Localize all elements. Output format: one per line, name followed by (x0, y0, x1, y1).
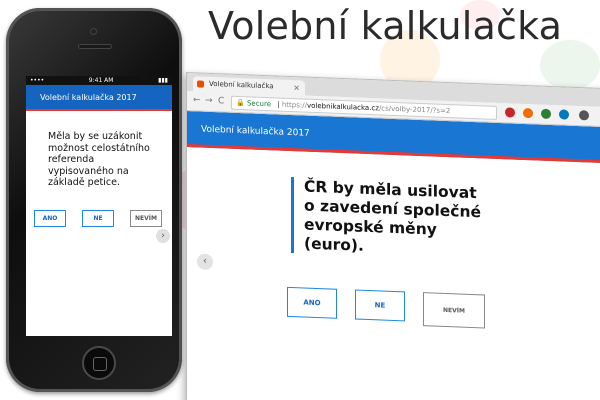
url-scheme: https:// (281, 100, 307, 110)
extension-icon[interactable] (579, 110, 589, 121)
favicon-icon (197, 80, 204, 88)
phone-dont-know-button[interactable]: NEVÍM (130, 210, 162, 227)
extension-icon[interactable] (541, 108, 551, 120)
extension-icon[interactable] (559, 109, 569, 120)
tab-close-icon[interactable]: × (293, 80, 300, 95)
url-host: volebnikalkulacka.cz (306, 101, 379, 113)
reload-icon[interactable]: C (218, 96, 224, 106)
signal-icon: •••• (30, 77, 45, 84)
phone-question-text: Měla by se uzákonit možnost celostátního… (48, 131, 150, 188)
phone-next-arrow-icon[interactable]: › (156, 229, 170, 243)
phone-status-bar: •••• 9:41 AM ▮▮▮ (26, 76, 172, 85)
lock-icon: 🔒 (236, 98, 245, 108)
phone-no-button[interactable]: NE (82, 210, 114, 227)
phone-yes-button[interactable]: ANO (34, 210, 66, 227)
secure-label: Secure (246, 99, 272, 109)
previous-arrow-icon[interactable]: ‹ (197, 253, 213, 271)
phone-answer-buttons: ANO NE NEVÍM (34, 210, 162, 227)
battery-icon: ▮▮▮ (158, 77, 168, 84)
phone-home-button (82, 346, 116, 380)
web-answer-buttons: ANO NE NEVÍM (287, 286, 485, 329)
phone-app-bar: Volební kalkulačka 2017 (26, 85, 172, 111)
phone-app-title: Volební kalkulačka 2017 (40, 93, 137, 102)
phone-camera (90, 28, 97, 35)
tab-title: Volební kalkulačka (209, 79, 274, 91)
phone-screen: •••• 9:41 AM ▮▮▮ Volební kalkulačka 2017… (26, 76, 172, 336)
status-time: 9:41 AM (88, 77, 114, 84)
phone-mockup: •••• 9:41 AM ▮▮▮ Volební kalkulačka 2017… (6, 8, 182, 392)
back-arrow-icon[interactable]: ← (193, 95, 201, 105)
web-question-text: ČR by měla usilovat o zavedení společné … (291, 177, 491, 261)
web-no-button[interactable]: NE (355, 289, 405, 322)
hero-title: Volební kalkulačka (208, 4, 563, 48)
web-app-title: Volební kalkulačka 2017 (201, 124, 310, 139)
browser-window: Volební kalkulačka × ← → C 🔒 Secure | ht… (186, 72, 600, 400)
web-dont-know-button[interactable]: NEVÍM (423, 292, 485, 329)
url-path: /cs/volby-2017/?s=2 (378, 104, 451, 116)
forward-arrow-icon[interactable]: → (205, 96, 213, 106)
web-yes-button[interactable]: ANO (287, 286, 337, 319)
extension-icon[interactable] (523, 107, 533, 119)
phone-speaker (78, 44, 112, 49)
extension-icon[interactable] (505, 107, 515, 118)
promo-stage: Volební kalkulačka •••• 9:41 AM ▮▮▮ Vole… (0, 0, 600, 400)
